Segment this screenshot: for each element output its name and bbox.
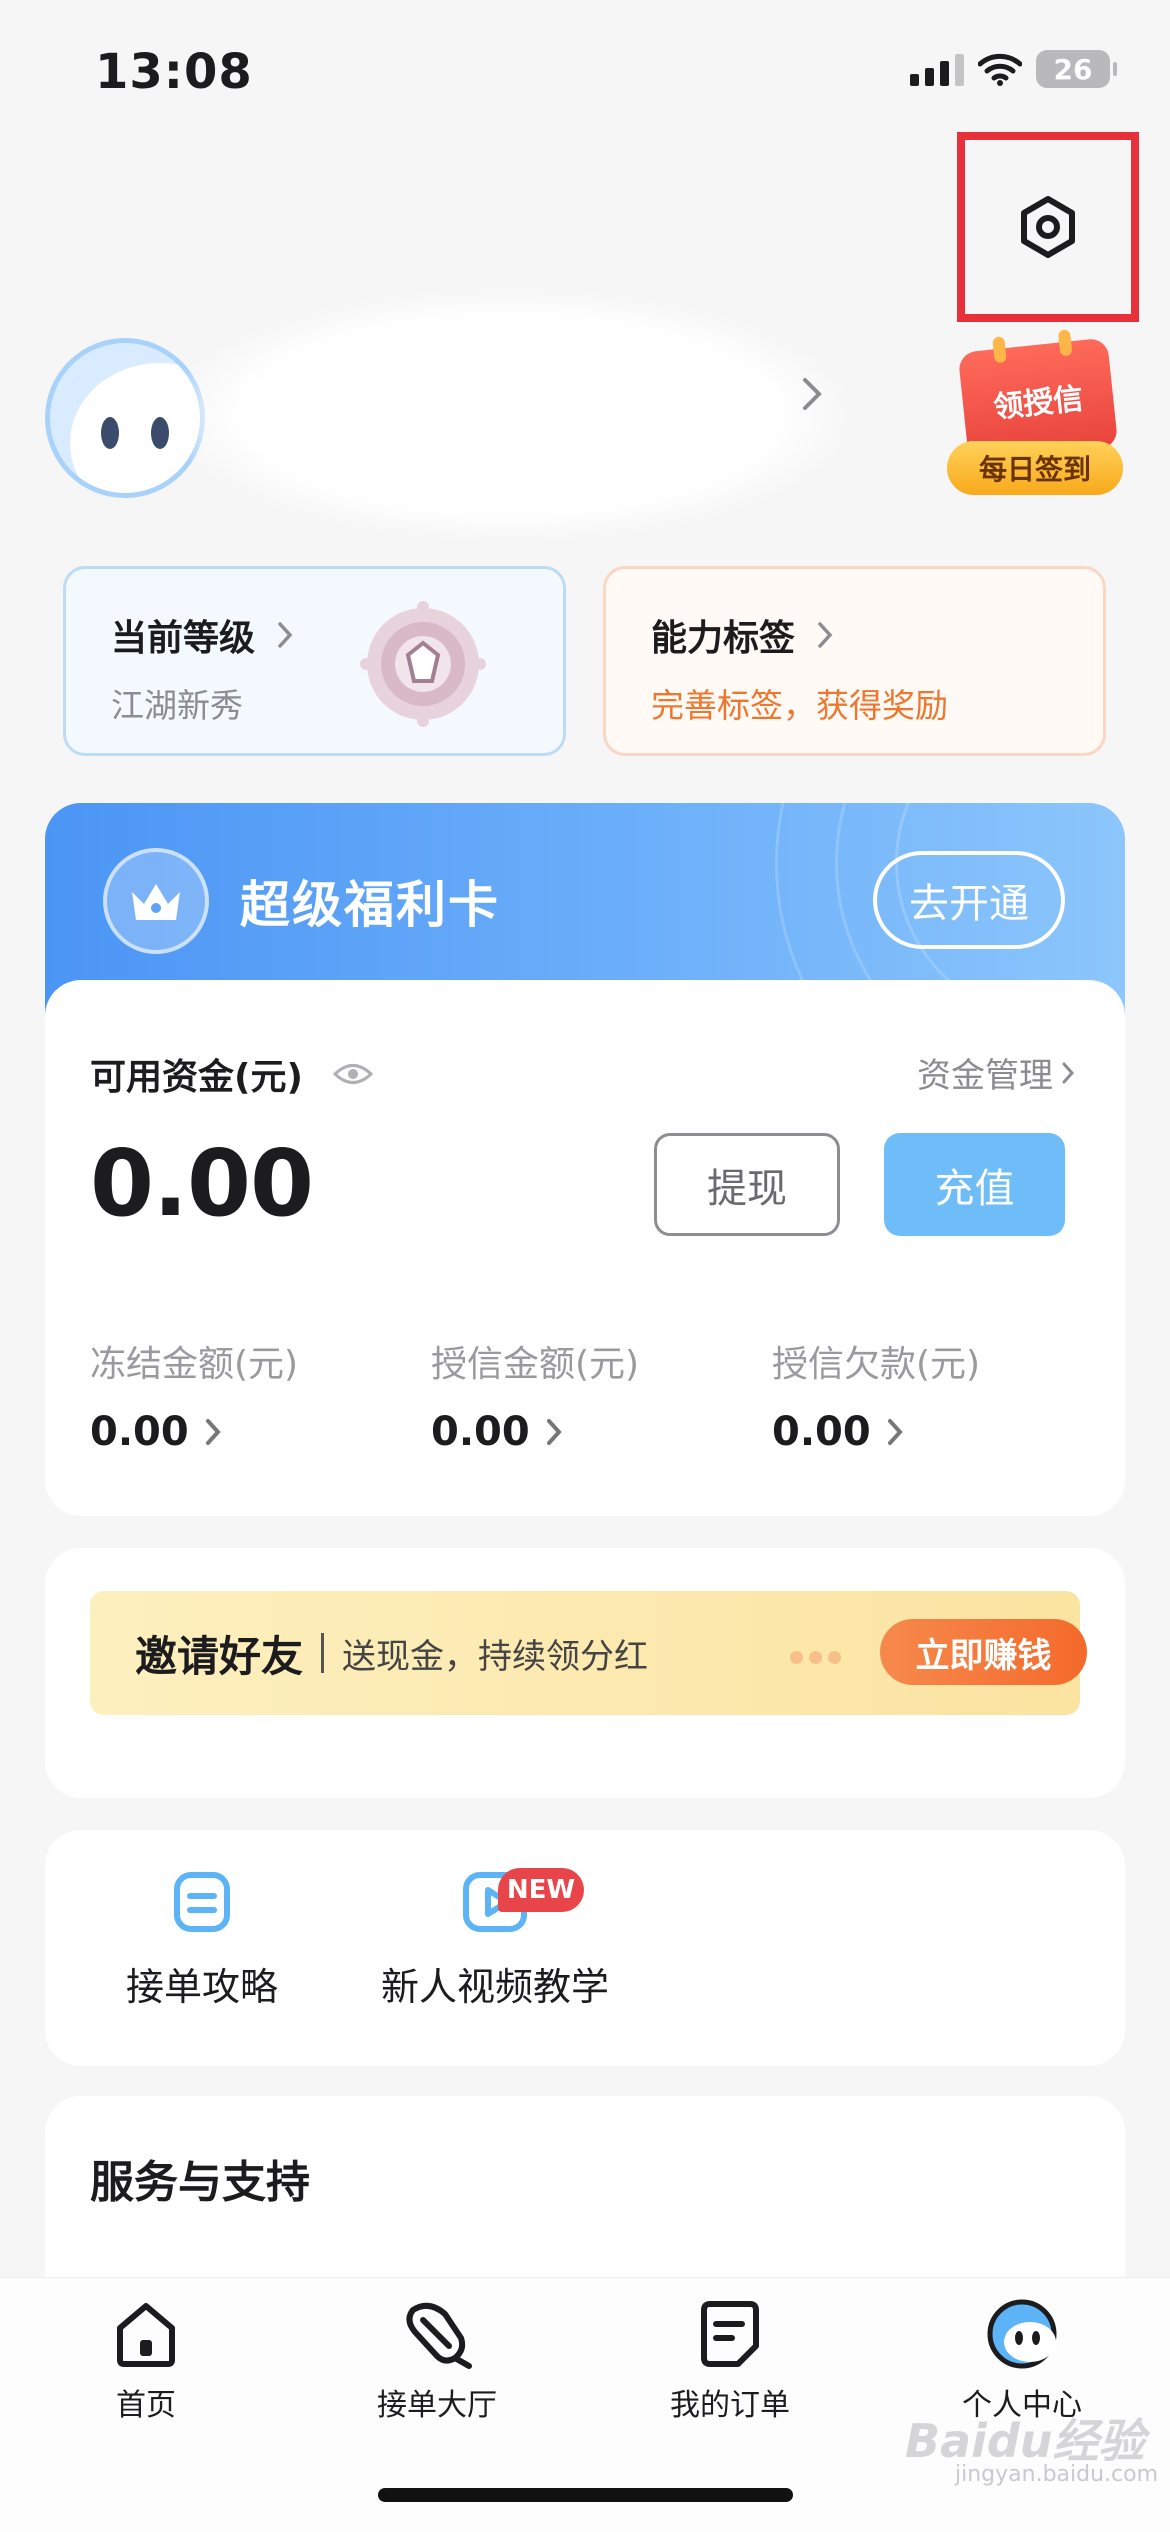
crown-icon — [103, 848, 209, 954]
chevron-right-icon — [205, 1419, 221, 1445]
credit-amount-value: 0.00 — [431, 1409, 530, 1455]
tags-subtitle: 完善标签，获得奖励 — [651, 686, 948, 725]
funds-manage-link[interactable]: 资金管理 — [917, 1048, 1075, 1097]
home-indicator[interactable] — [378, 2488, 793, 2502]
user-name-redacted — [170, 290, 850, 540]
level-title: 当前等级 — [111, 618, 256, 659]
settings-button[interactable] — [957, 132, 1139, 322]
chevron-right-icon — [1062, 1062, 1075, 1083]
available-funds-amount: 0.00 — [90, 1130, 314, 1237]
tags-title: 能力标签 — [651, 618, 796, 659]
credit-debt-value: 0.00 — [772, 1409, 871, 1455]
tool-label: 新人视频教学 — [380, 1965, 609, 2009]
chevron-right-icon — [546, 1419, 562, 1445]
credit-debt-label: 授信欠款(元) — [772, 1344, 981, 1385]
profile-center-icon — [987, 2299, 1057, 2369]
profile-chevron-right-icon[interactable] — [800, 376, 824, 412]
level-medal-icon — [360, 601, 486, 727]
chevron-right-icon — [278, 622, 293, 648]
tab-label: 首页 — [116, 2388, 176, 2423]
tools-card: 接单攻略 新人视频教学 NEW — [45, 1830, 1125, 2066]
tab-my-orders[interactable]: 我的订单 — [630, 2298, 830, 2424]
tool-video-tutorial[interactable]: 新人视频教学 — [335, 1870, 655, 2011]
wifi-icon — [978, 53, 1022, 86]
settings-hexagon-icon — [1021, 196, 1075, 258]
tab-order-hall[interactable]: 接单大厅 — [337, 2298, 537, 2424]
order-hall-icon — [406, 2302, 472, 2369]
invite-card: 邀请好友 送现金，持续领分红 立即赚钱 — [45, 1548, 1125, 1798]
frozen-amount-item[interactable]: 冻结金额(元) 0.00 — [90, 1335, 298, 1455]
invite-title: 邀请好友 — [135, 1631, 304, 1681]
chevron-right-icon — [818, 622, 833, 648]
status-time: 13:08 — [95, 44, 253, 100]
welfare-activate-button[interactable]: 去开通 — [873, 851, 1065, 949]
signin-label: 每日签到 — [947, 441, 1123, 495]
ability-tags-card[interactable]: 能力标签 完善标签，获得奖励 — [603, 566, 1106, 756]
funds-card: 可用资金(元) 资金管理 0.00 提现 充值 冻结金额(元) 0.00 授信金… — [45, 980, 1125, 1516]
daily-signin-button[interactable]: 领授信 每日签到 — [945, 337, 1125, 495]
tab-home[interactable]: 首页 — [46, 2298, 246, 2424]
my-orders-icon — [701, 2301, 759, 2367]
tab-label: 接单大厅 — [377, 2388, 497, 2423]
chevron-right-icon — [887, 1419, 903, 1445]
withdraw-button[interactable]: 提现 — [654, 1133, 840, 1236]
level-subtitle: 江湖新秀 — [111, 686, 243, 725]
invite-banner[interactable]: 邀请好友 送现金，持续领分红 立即赚钱 — [90, 1591, 1087, 1715]
credit-amount-label: 授信金额(元) — [431, 1344, 640, 1385]
chat-bubble-decoration-icon — [790, 1651, 841, 1664]
home-icon — [117, 2303, 175, 2367]
invite-divider — [321, 1633, 325, 1673]
eye-icon[interactable] — [332, 1061, 373, 1087]
service-title: 服务与支持 — [90, 2157, 310, 2208]
frozen-amount-label: 冻结金额(元) — [90, 1344, 299, 1385]
credit-amount-item[interactable]: 授信金额(元) 0.00 — [431, 1335, 639, 1455]
battery-indicator: 26 — [1036, 50, 1117, 88]
recharge-button[interactable]: 充值 — [884, 1133, 1065, 1236]
baidu-watermark-url: jingyan.baidu.com — [955, 2462, 1159, 2487]
credit-debt-item[interactable]: 授信欠款(元) 0.00 — [772, 1335, 980, 1455]
tool-order-guide[interactable]: 接单攻略 — [102, 1870, 302, 2011]
cellular-signal-icon — [910, 52, 964, 86]
current-level-card[interactable]: 当前等级 江湖新秀 — [63, 566, 566, 756]
status-icons: 26 — [910, 50, 1117, 88]
tab-label: 我的订单 — [670, 2388, 790, 2423]
funds-manage-label: 资金管理 — [917, 1056, 1053, 1096]
invite-subtitle: 送现金，持续领分红 — [342, 1636, 649, 1677]
welfare-title: 超级福利卡 — [240, 876, 500, 934]
guide-doc-icon — [174, 1872, 230, 1932]
new-badge: NEW — [498, 1868, 584, 1912]
earn-now-button[interactable]: 立即赚钱 — [880, 1619, 1087, 1685]
available-funds-label: 可用资金(元) — [90, 1057, 303, 1098]
frozen-amount-value: 0.00 — [90, 1409, 189, 1455]
tool-label: 接单攻略 — [125, 1965, 278, 2009]
